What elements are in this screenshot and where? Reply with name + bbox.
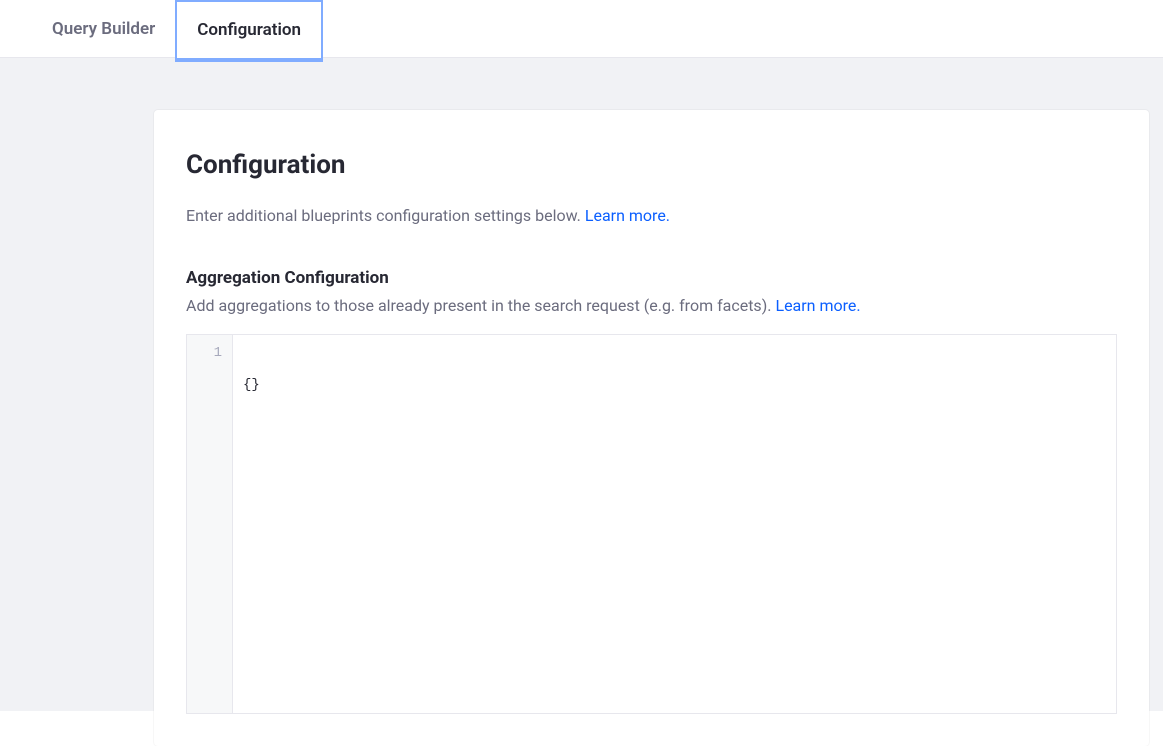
editor-content[interactable]: {} xyxy=(233,335,1116,713)
learn-more-link[interactable]: Learn more. xyxy=(585,206,670,225)
tab-configuration[interactable]: Configuration xyxy=(175,0,323,58)
content-area: Configuration Enter additional blueprint… xyxy=(0,58,1163,711)
tab-query-builder[interactable]: Query Builder xyxy=(32,0,175,57)
aggregation-description-text: Add aggregations to those already presen… xyxy=(186,296,775,315)
panel-title: Configuration xyxy=(186,150,1117,180)
aggregation-title: Aggregation Configuration xyxy=(186,268,1117,288)
code-line: {} xyxy=(243,375,1106,395)
tab-label: Configuration xyxy=(197,20,301,40)
tab-label: Query Builder xyxy=(52,19,155,39)
aggregation-description: Add aggregations to those already presen… xyxy=(186,294,1117,318)
aggregation-learn-more-link[interactable]: Learn more. xyxy=(775,296,860,315)
line-number: 1 xyxy=(187,343,222,363)
aggregation-code-editor[interactable]: 1 {} xyxy=(186,334,1117,714)
editor-gutter: 1 xyxy=(187,335,233,713)
panel-description: Enter additional blueprints configuratio… xyxy=(186,204,1117,228)
configuration-panel: Configuration Enter additional blueprint… xyxy=(154,110,1149,746)
tab-bar: Query Builder Configuration xyxy=(0,0,1163,58)
panel-description-text: Enter additional blueprints configuratio… xyxy=(186,206,585,225)
